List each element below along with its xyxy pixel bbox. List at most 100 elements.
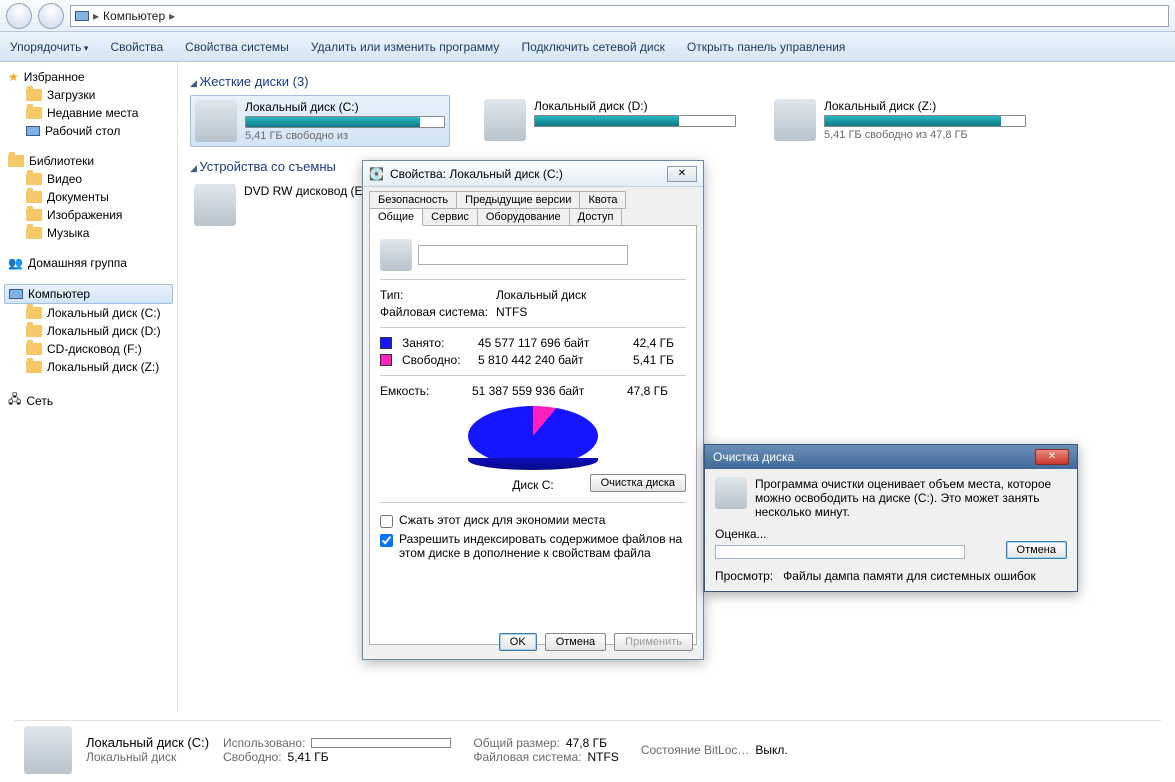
drive-icon: [195, 100, 237, 142]
cancel-button[interactable]: Отмена: [1006, 541, 1067, 559]
compress-label: Сжать этот диск для экономии места: [399, 513, 605, 527]
ok-button[interactable]: OK: [499, 633, 537, 651]
scan-label: Просмотр:: [715, 569, 773, 583]
desktop-icon: [26, 126, 40, 136]
cancel-button[interactable]: Отмена: [545, 633, 606, 651]
drive-icon: [774, 99, 816, 141]
document-icon: [26, 191, 42, 203]
free-value: 5,41 ГБ: [288, 750, 329, 764]
index-checkbox[interactable]: [380, 534, 393, 547]
organize-menu[interactable]: Упорядочить: [10, 40, 88, 54]
sidebar-homegroup[interactable]: 👥Домашняя группа: [4, 254, 173, 272]
tab-access[interactable]: Доступ: [569, 208, 623, 226]
fs-value: NTFS: [587, 750, 618, 764]
control-panel-button[interactable]: Открыть панель управления: [687, 40, 846, 54]
chevron-right-icon: ▸: [169, 9, 175, 23]
music-icon: [26, 227, 42, 239]
compress-checkbox[interactable]: [380, 515, 393, 528]
disk-cleanup-button[interactable]: Очистка диска: [590, 474, 686, 492]
drive-icon: [26, 307, 42, 319]
capacity-label: Емкость:: [380, 384, 466, 398]
details-type: Локальный диск: [86, 750, 209, 764]
drive-icon: [26, 325, 42, 337]
header-bar: ▸ Компьютер ▸: [0, 0, 1175, 32]
sidebar-downloads[interactable]: Загрузки: [4, 86, 173, 104]
nav-forward-button[interactable]: [38, 3, 64, 29]
breadcrumb-root[interactable]: Компьютер: [103, 9, 165, 23]
sidebar-libraries[interactable]: Библиотеки: [4, 152, 173, 170]
close-button[interactable]: ✕: [667, 166, 697, 182]
dialog-titlebar[interactable]: Очистка диска ✕: [705, 445, 1077, 469]
sidebar-drive-f[interactable]: CD-дисковод (F:): [4, 340, 173, 358]
sidebar-drive-c[interactable]: Локальный диск (C:): [4, 304, 173, 322]
section-hdd[interactable]: Жесткие диски (3): [190, 74, 1163, 89]
tab-previous-versions[interactable]: Предыдущие версии: [456, 191, 580, 209]
fs-label: Файловая система:: [380, 305, 490, 319]
dialog-title: Свойства: Локальный диск (C:): [390, 167, 563, 181]
drive-icon: [484, 99, 526, 141]
used-label: Занято:: [402, 336, 472, 350]
drive-name-input[interactable]: [418, 245, 628, 265]
map-drive-button[interactable]: Подключить сетевой диск: [521, 40, 664, 54]
drive-z[interactable]: Локальный диск (Z:) 5,41 ГБ свободно из …: [770, 95, 1030, 147]
folder-icon: [26, 107, 42, 119]
capacity-gb: 47,8 ГБ: [608, 384, 668, 398]
folder-icon: [26, 89, 42, 101]
sidebar-network[interactable]: 🖧Сеть: [4, 388, 173, 413]
type-value: Локальный диск: [496, 288, 586, 302]
apply-button[interactable]: Применить: [614, 633, 693, 651]
properties-dialog: 💽 Свойства: Локальный диск (C:) ✕ Безопа…: [362, 160, 704, 660]
drive-d[interactable]: Локальный диск (D:): [480, 95, 740, 147]
bitlocker-label: Состояние BitLoc…: [641, 743, 750, 757]
uninstall-button[interactable]: Удалить или изменить программу: [311, 40, 500, 54]
nav-back-button[interactable]: [6, 3, 32, 29]
properties-button[interactable]: Свойства: [110, 40, 163, 54]
used-bytes: 45 577 117 696 байт: [478, 336, 608, 350]
usage-bar: [824, 115, 1026, 127]
usage-bar: [534, 115, 736, 127]
tab-hardware[interactable]: Оборудование: [477, 208, 570, 226]
tab-service[interactable]: Сервис: [422, 208, 478, 226]
tab-general[interactable]: Общие: [369, 208, 423, 226]
tab-quota[interactable]: Квота: [579, 191, 626, 209]
total-value: 47,8 ГБ: [566, 736, 607, 750]
close-button[interactable]: ✕: [1035, 449, 1069, 465]
computer-icon: [75, 11, 89, 21]
used-label: Использовано:: [223, 736, 305, 750]
sidebar-computer[interactable]: Компьютер: [4, 284, 173, 304]
picture-icon: [26, 209, 42, 221]
cleanup-message: Программа очистки оценивает объем места,…: [755, 477, 1067, 519]
sidebar-music[interactable]: Музыка: [4, 224, 173, 242]
drive-c[interactable]: Локальный диск (C:) 5,41 ГБ свободно из: [190, 95, 450, 147]
drive-icon: [26, 361, 42, 373]
sidebar-drive-z[interactable]: Локальный диск (Z:): [4, 358, 173, 376]
video-icon: [26, 173, 42, 185]
drive-icon: [380, 239, 412, 271]
free-label: Свободно:: [223, 750, 282, 764]
sidebar-desktop[interactable]: Рабочий стол: [4, 122, 173, 140]
library-icon: [8, 155, 24, 167]
breadcrumb[interactable]: ▸ Компьютер ▸: [70, 5, 1169, 27]
free-gb: 5,41 ГБ: [614, 353, 674, 367]
total-label: Общий размер:: [473, 736, 559, 750]
network-icon: 🖧: [8, 390, 21, 411]
cd-icon: [26, 343, 42, 355]
sidebar-pictures[interactable]: Изображения: [4, 206, 173, 224]
sidebar-drive-d[interactable]: Локальный диск (D:): [4, 322, 173, 340]
sidebar-videos[interactable]: Видео: [4, 170, 173, 188]
fs-value: NTFS: [496, 305, 527, 319]
system-properties-button[interactable]: Свойства системы: [185, 40, 289, 54]
sidebar-documents[interactable]: Документы: [4, 188, 173, 206]
sidebar-recent[interactable]: Недавние места: [4, 104, 173, 122]
used-gb: 42,4 ГБ: [614, 336, 674, 350]
bitlocker-value: Выкл.: [755, 743, 787, 757]
free-label: Свободно:: [402, 353, 472, 367]
dialog-titlebar[interactable]: 💽 Свойства: Локальный диск (C:) ✕: [363, 161, 703, 187]
free-bytes: 5 810 442 240 байт: [478, 353, 608, 367]
computer-icon: [9, 289, 23, 299]
free-color-icon: [380, 354, 392, 366]
tab-security[interactable]: Безопасность: [369, 191, 457, 209]
sidebar-favorites[interactable]: ★Избранное: [4, 68, 173, 86]
dvd-icon: [194, 184, 236, 226]
star-icon: ★: [8, 70, 19, 84]
